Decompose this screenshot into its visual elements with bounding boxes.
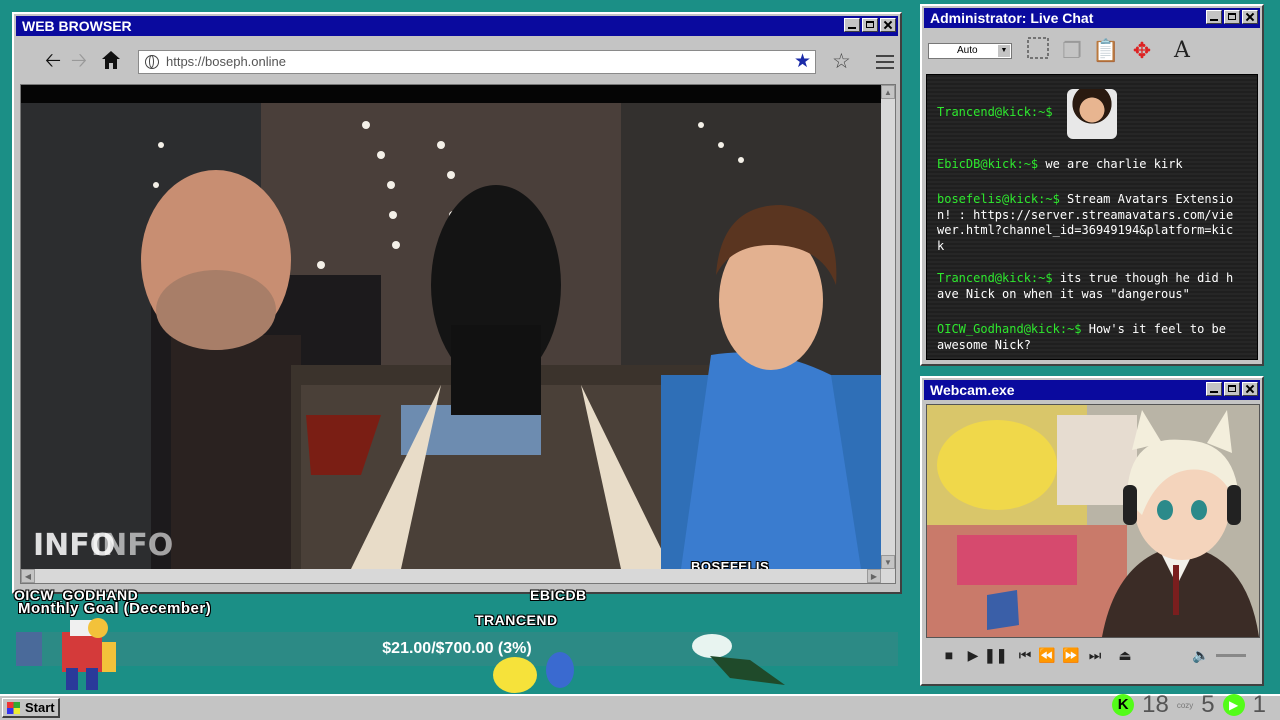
chat-username: EbicDB@kick:~$ xyxy=(937,157,1039,171)
chevron-down-icon: ▼ xyxy=(998,45,1010,57)
copy-icon[interactable]: ❐ xyxy=(1056,36,1088,66)
browser-viewport: INFO INFO BOSEFELIS ▲ ▼ ◀ ▶ xyxy=(20,84,896,584)
fast-forward-icon[interactable]: ⏩ xyxy=(1060,643,1082,667)
move-icon[interactable]: ✥ xyxy=(1126,36,1158,66)
kick-icon[interactable]: K xyxy=(1112,694,1135,716)
chat-toolbar: Auto ▼ ❐ 📋 ✥ A xyxy=(926,32,1258,70)
tray-count-left: 18 xyxy=(1142,691,1169,718)
play-circle-icon[interactable]: ▶ xyxy=(1222,694,1245,716)
media-controls: ■ ▶ ❚❚ ⏮ ⏪ ⏩ ⏭ ⏏ 🔈 xyxy=(926,640,1258,670)
menu-icon[interactable] xyxy=(876,55,894,73)
chat-username: OICW_Godhand@kick:~$ xyxy=(937,322,1082,336)
webcam-avatar-image xyxy=(927,405,1259,637)
chat-message: bosefelis@kick:~$ Stream Avatars Extensi… xyxy=(937,192,1237,254)
avatar-sprite-runner xyxy=(692,634,785,685)
chat-emote xyxy=(1067,89,1117,139)
close-button[interactable] xyxy=(1242,382,1258,396)
webcam-window: Webcam.exe ■ ▶ ❚❚ ⏮ ⏪ ⏩ ⏭ ⏏ 🔈 xyxy=(920,376,1264,686)
chat-username: bosefelis@kick:~$ xyxy=(937,192,1060,206)
chat-message: EbicDB@kick:~$ we are charlie kirk xyxy=(937,157,1237,173)
maximize-button[interactable] xyxy=(1224,10,1240,24)
stop-icon[interactable]: ■ xyxy=(938,643,960,667)
page-image: INFO INFO xyxy=(21,85,881,569)
vertical-scrollbar[interactable]: ▲ ▼ xyxy=(881,85,895,569)
scroll-up-arrow-icon[interactable]: ▲ xyxy=(881,85,895,99)
system-tray: K 18 cozy 5 ▶ 1 xyxy=(1112,690,1280,720)
forward-arrow-icon[interactable]: 🡢 xyxy=(68,50,90,72)
home-icon[interactable] xyxy=(100,50,122,72)
webcam-titlebar[interactable]: Webcam.exe xyxy=(924,380,1260,400)
skip-forward-icon[interactable]: ⏭ xyxy=(1084,643,1106,667)
tray-count-right: 5 xyxy=(1201,691,1215,718)
chat-window: Administrator: Live Chat Auto ▼ ❐ 📋 ✥ A … xyxy=(920,4,1264,366)
pause-icon[interactable]: ❚❚ xyxy=(984,643,1007,667)
favorites-star-icon[interactable]: ☆ xyxy=(832,49,851,74)
svg-text:INFO: INFO xyxy=(91,528,173,563)
url-text: https://boseph.online xyxy=(166,54,286,69)
volume-slider[interactable] xyxy=(1216,654,1246,657)
font-select-value: Auto xyxy=(957,45,978,56)
webcam-view xyxy=(926,404,1260,638)
globe-icon xyxy=(145,55,159,69)
scroll-down-arrow-icon[interactable]: ▼ xyxy=(881,555,895,569)
chat-titlebar[interactable]: Administrator: Live Chat xyxy=(924,8,1260,28)
avatar-name-trancend: TRANCEND xyxy=(475,612,558,628)
skip-back-icon[interactable]: ⏮ xyxy=(1014,643,1036,667)
eject-icon[interactable]: ⏏ xyxy=(1114,643,1136,667)
bookmark-star-icon[interactable]: ★ xyxy=(794,51,811,73)
maximize-button[interactable] xyxy=(862,18,878,32)
text-icon[interactable]: A xyxy=(1166,36,1198,66)
avatar-sprite-robot xyxy=(62,618,116,690)
tray-count-last: 1 xyxy=(1252,691,1266,718)
url-bar[interactable]: https://boseph.online ★ xyxy=(138,50,816,74)
chat-log[interactable]: Trancend@kick:~$ EbicDB@kick:~$ we are c… xyxy=(926,74,1258,360)
chat-message: Trancend@kick:~$ its true though he did … xyxy=(937,271,1237,302)
chat-message: OICW_Godhand@kick:~$ How's it feel to be… xyxy=(937,322,1237,353)
webcam-title: Webcam.exe xyxy=(930,382,1015,398)
chat-text: we are charlie kirk xyxy=(1038,157,1183,171)
chat-username: Trancend@kick:~$ xyxy=(937,105,1053,119)
browser-titlebar[interactable]: WEB BROWSER xyxy=(16,16,898,36)
start-button[interactable]: Start xyxy=(2,698,60,718)
scroll-left-arrow-icon[interactable]: ◀ xyxy=(21,569,35,583)
avatar-sprite-pikachu xyxy=(493,652,574,693)
back-arrow-icon[interactable]: 🡠 xyxy=(42,50,64,72)
browser-window: WEB BROWSER 🡠 🡢 https://boseph.online ★ … xyxy=(12,12,902,594)
browser-title: WEB BROWSER xyxy=(22,18,132,34)
taskbar: Start K 18 cozy 5 ▶ 1 xyxy=(0,691,1280,720)
close-button[interactable] xyxy=(880,18,896,32)
tray-cozy-label: cozy xyxy=(1176,700,1194,710)
marquee-select-icon[interactable] xyxy=(1022,36,1054,66)
browser-navbar: 🡠 🡢 https://boseph.online ★ ☆ xyxy=(20,42,894,82)
play-icon[interactable]: ▶ xyxy=(962,643,984,667)
maximize-button[interactable] xyxy=(1224,382,1240,396)
windows-logo-icon xyxy=(7,702,20,714)
minimize-button[interactable] xyxy=(1206,382,1222,396)
paste-icon[interactable]: 📋 xyxy=(1090,36,1122,66)
minimize-button[interactable] xyxy=(1206,10,1222,24)
font-select[interactable]: Auto ▼ xyxy=(928,43,1012,59)
horizontal-scrollbar[interactable]: ◀ ▶ xyxy=(21,569,895,583)
volume-icon[interactable]: 🔈 xyxy=(1190,643,1212,667)
rewind-icon[interactable]: ⏪ xyxy=(1036,643,1058,667)
avatar-name-ebicdb: EBICDB xyxy=(530,587,587,603)
close-button[interactable] xyxy=(1242,10,1258,24)
chat-username: Trancend@kick:~$ xyxy=(937,271,1053,285)
start-label: Start xyxy=(25,700,55,715)
minimize-button[interactable] xyxy=(844,18,860,32)
scroll-right-arrow-icon[interactable]: ▶ xyxy=(867,569,881,583)
chat-title: Administrator: Live Chat xyxy=(930,10,1094,26)
